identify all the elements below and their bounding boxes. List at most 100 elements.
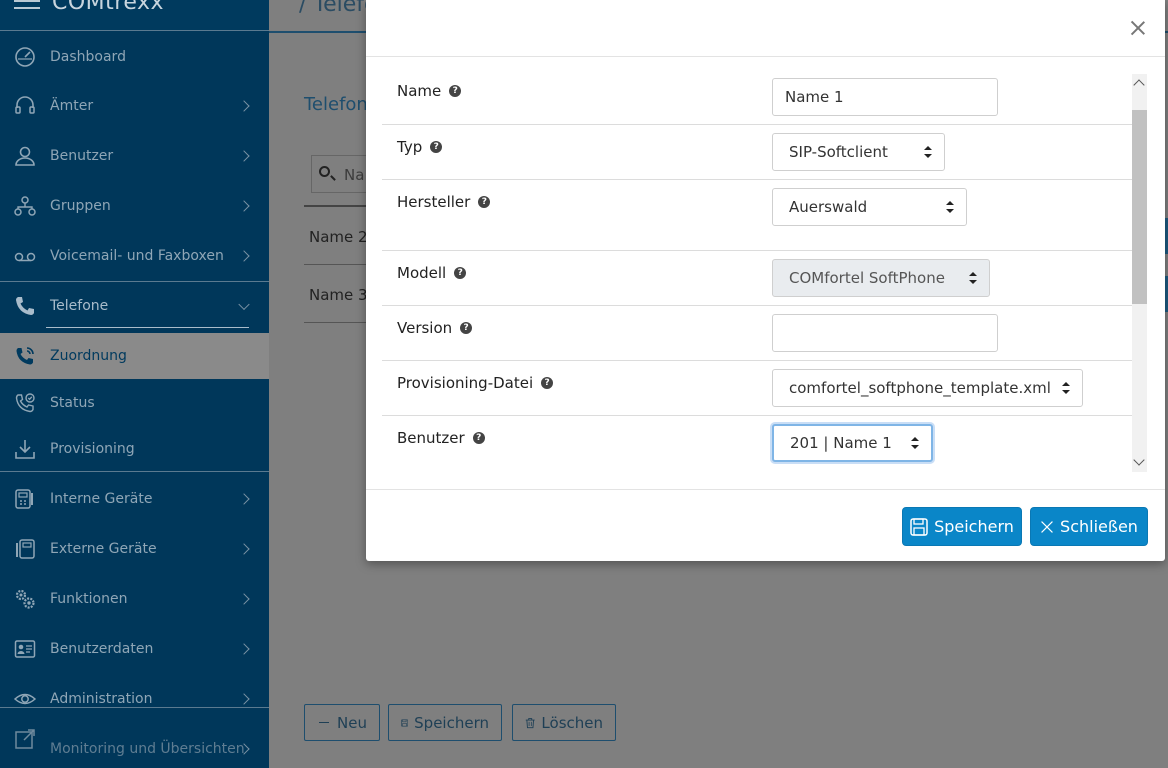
chevron-right-icon (238, 100, 250, 112)
sidebar-header: COMtrexx (0, 0, 269, 31)
help-icon[interactable]: ? (478, 196, 491, 208)
help-icon[interactable]: ? (541, 377, 554, 389)
group-hierarchy-icon (14, 196, 36, 216)
sidebar-item-status[interactable]: Status (0, 379, 269, 427)
help-icon[interactable]: ? (430, 141, 443, 153)
sidebar-item-provisioning[interactable]: Provisioning (0, 425, 269, 473)
sidebar-item-label: Provisioning (50, 441, 135, 457)
select-arrows-icon (1062, 382, 1070, 394)
save-button[interactable]: Speichern (388, 704, 502, 741)
scrollbar-thumb[interactable] (1132, 110, 1147, 304)
phone-icon (16, 297, 34, 315)
phone-status-icon (15, 393, 35, 413)
sidebar-item-interne-geraete[interactable]: Interne Geräte (0, 474, 269, 524)
chevron-right-icon (238, 593, 250, 605)
gears-icon (15, 589, 35, 609)
form-row-version: Version ? (382, 306, 1132, 361)
sidebar-item-telefone[interactable]: Telefone (0, 282, 269, 330)
help-icon[interactable]: ? (460, 322, 473, 334)
chevron-down-icon (238, 298, 250, 311)
section-title: Telefon (304, 94, 368, 115)
hersteller-select[interactable]: Auerswald (772, 188, 967, 226)
select-arrows-icon (946, 201, 954, 213)
dialog-save-button[interactable]: Speichern (902, 507, 1022, 546)
search-placeholder: Na (344, 166, 365, 184)
sidebar-divider (0, 471, 269, 472)
new-button-label: Neu (337, 713, 367, 732)
table-row[interactable]: Name 2 (309, 228, 368, 246)
dialog-scrollbar[interactable] (1132, 74, 1147, 472)
hamburger-menu-icon[interactable] (14, 0, 40, 10)
modell-select: COMfortel SoftPhone (772, 259, 990, 297)
close-icon (1041, 520, 1053, 533)
provisioning-file-select[interactable]: comfortel_softphone_template.xml (772, 369, 1083, 407)
help-icon[interactable]: ? (454, 267, 467, 279)
form-row-typ: Typ ? SIP-Softclient (382, 125, 1132, 180)
form-row-provisioning: Provisioning-Datei ? comfortel_softphone… (382, 361, 1132, 416)
sidebar-item-gruppen[interactable]: Gruppen (0, 181, 269, 231)
sidebar-item-label: Status (50, 395, 95, 411)
sidebar-item-administration[interactable]: Administration (0, 674, 269, 724)
modell-label: Modell ? (397, 264, 467, 282)
help-icon[interactable]: ? (449, 85, 462, 97)
form-row-modell: Modell ? COMfortel SoftPhone (382, 251, 1132, 306)
sidebar-item-monitoring[interactable]: Monitoring und Übersichten (0, 724, 269, 768)
dialog-form: Name ? Name 1 Typ ? SIP-Softclient Herst… (382, 70, 1132, 470)
help-icon[interactable]: ? (472, 432, 485, 444)
contact-card-icon (14, 640, 36, 658)
form-row-hersteller: Hersteller ? Auerswald (382, 180, 1132, 251)
sidebar-item-label: Administration (50, 691, 153, 707)
monitoring-icon (15, 729, 35, 749)
sidebar-item-label: Zuordnung (50, 348, 127, 364)
sidebar-item-externe-geraete[interactable]: Externe Geräte (0, 524, 269, 574)
dialog-close-button[interactable]: Schließen (1030, 507, 1148, 546)
sidebar-item-aemter[interactable]: Ämter (0, 81, 269, 131)
chevron-right-icon (238, 643, 250, 655)
external-device-icon (16, 539, 35, 559)
typ-label: Typ ? (397, 138, 443, 156)
provisioning-label: Provisioning-Datei ? (397, 374, 554, 392)
table-row[interactable]: Name 3 (309, 286, 368, 304)
dialog-close-label: Schließen (1060, 517, 1138, 536)
close-icon[interactable] (1130, 20, 1146, 36)
sidebar-item-zuordnung[interactable]: Zuordnung (0, 333, 269, 379)
hersteller-label: Hersteller ? (397, 193, 491, 211)
floppy-disk-icon (401, 718, 409, 727)
chevron-right-icon (238, 543, 250, 555)
chevron-right-icon (238, 250, 250, 262)
typ-select[interactable]: SIP-Softclient (772, 133, 945, 171)
trash-icon (525, 717, 535, 728)
sidebar-item-label: Benutzerdaten (50, 641, 154, 657)
sidebar-item-voicemail[interactable]: Voicemail- und Faxboxen (0, 231, 269, 281)
sidebar-item-label: Interne Geräte (50, 491, 153, 507)
sidebar-item-label: Ämter (50, 98, 94, 114)
scroll-down-icon[interactable] (1133, 454, 1145, 466)
benutzer-label: Benutzer ? (397, 429, 485, 447)
version-label: Version ? (397, 319, 473, 337)
sidebar-item-dashboard[interactable]: Dashboard (0, 32, 269, 82)
headset-icon (15, 96, 35, 114)
search-input[interactable]: Na (311, 155, 371, 193)
sidebar-item-benutzer[interactable]: Benutzer (0, 131, 269, 181)
benutzer-select[interactable]: 201 | Name 1 (772, 424, 933, 462)
brand-logo: COMtrexx (52, 0, 165, 15)
dialog-save-label: Speichern (934, 517, 1014, 536)
new-button[interactable]: Neu (304, 704, 380, 741)
sidebar-item-benutzerdaten[interactable]: Benutzerdaten (0, 624, 269, 674)
save-button-label: Speichern (414, 713, 489, 732)
version-input[interactable] (772, 314, 998, 352)
delete-button[interactable]: Löschen (512, 704, 616, 741)
delete-button-label: Löschen (541, 713, 603, 732)
user-icon (15, 146, 35, 166)
name-input[interactable]: Name 1 (772, 78, 998, 116)
chevron-right-icon (238, 693, 250, 705)
scroll-up-icon[interactable] (1133, 79, 1145, 91)
minus-icon (317, 716, 331, 730)
submenu-underline (46, 327, 249, 328)
dashboard-gauge-icon (15, 47, 35, 67)
dialog-footer: Speichern Schließen (366, 489, 1165, 561)
sidebar-item-label: Gruppen (50, 198, 111, 214)
sidebar: COMtrexx Dashboard Ämter Benutzer Gruppe… (0, 0, 269, 768)
sidebar-item-funktionen[interactable]: Funktionen (0, 574, 269, 624)
select-arrows-icon (924, 146, 932, 158)
